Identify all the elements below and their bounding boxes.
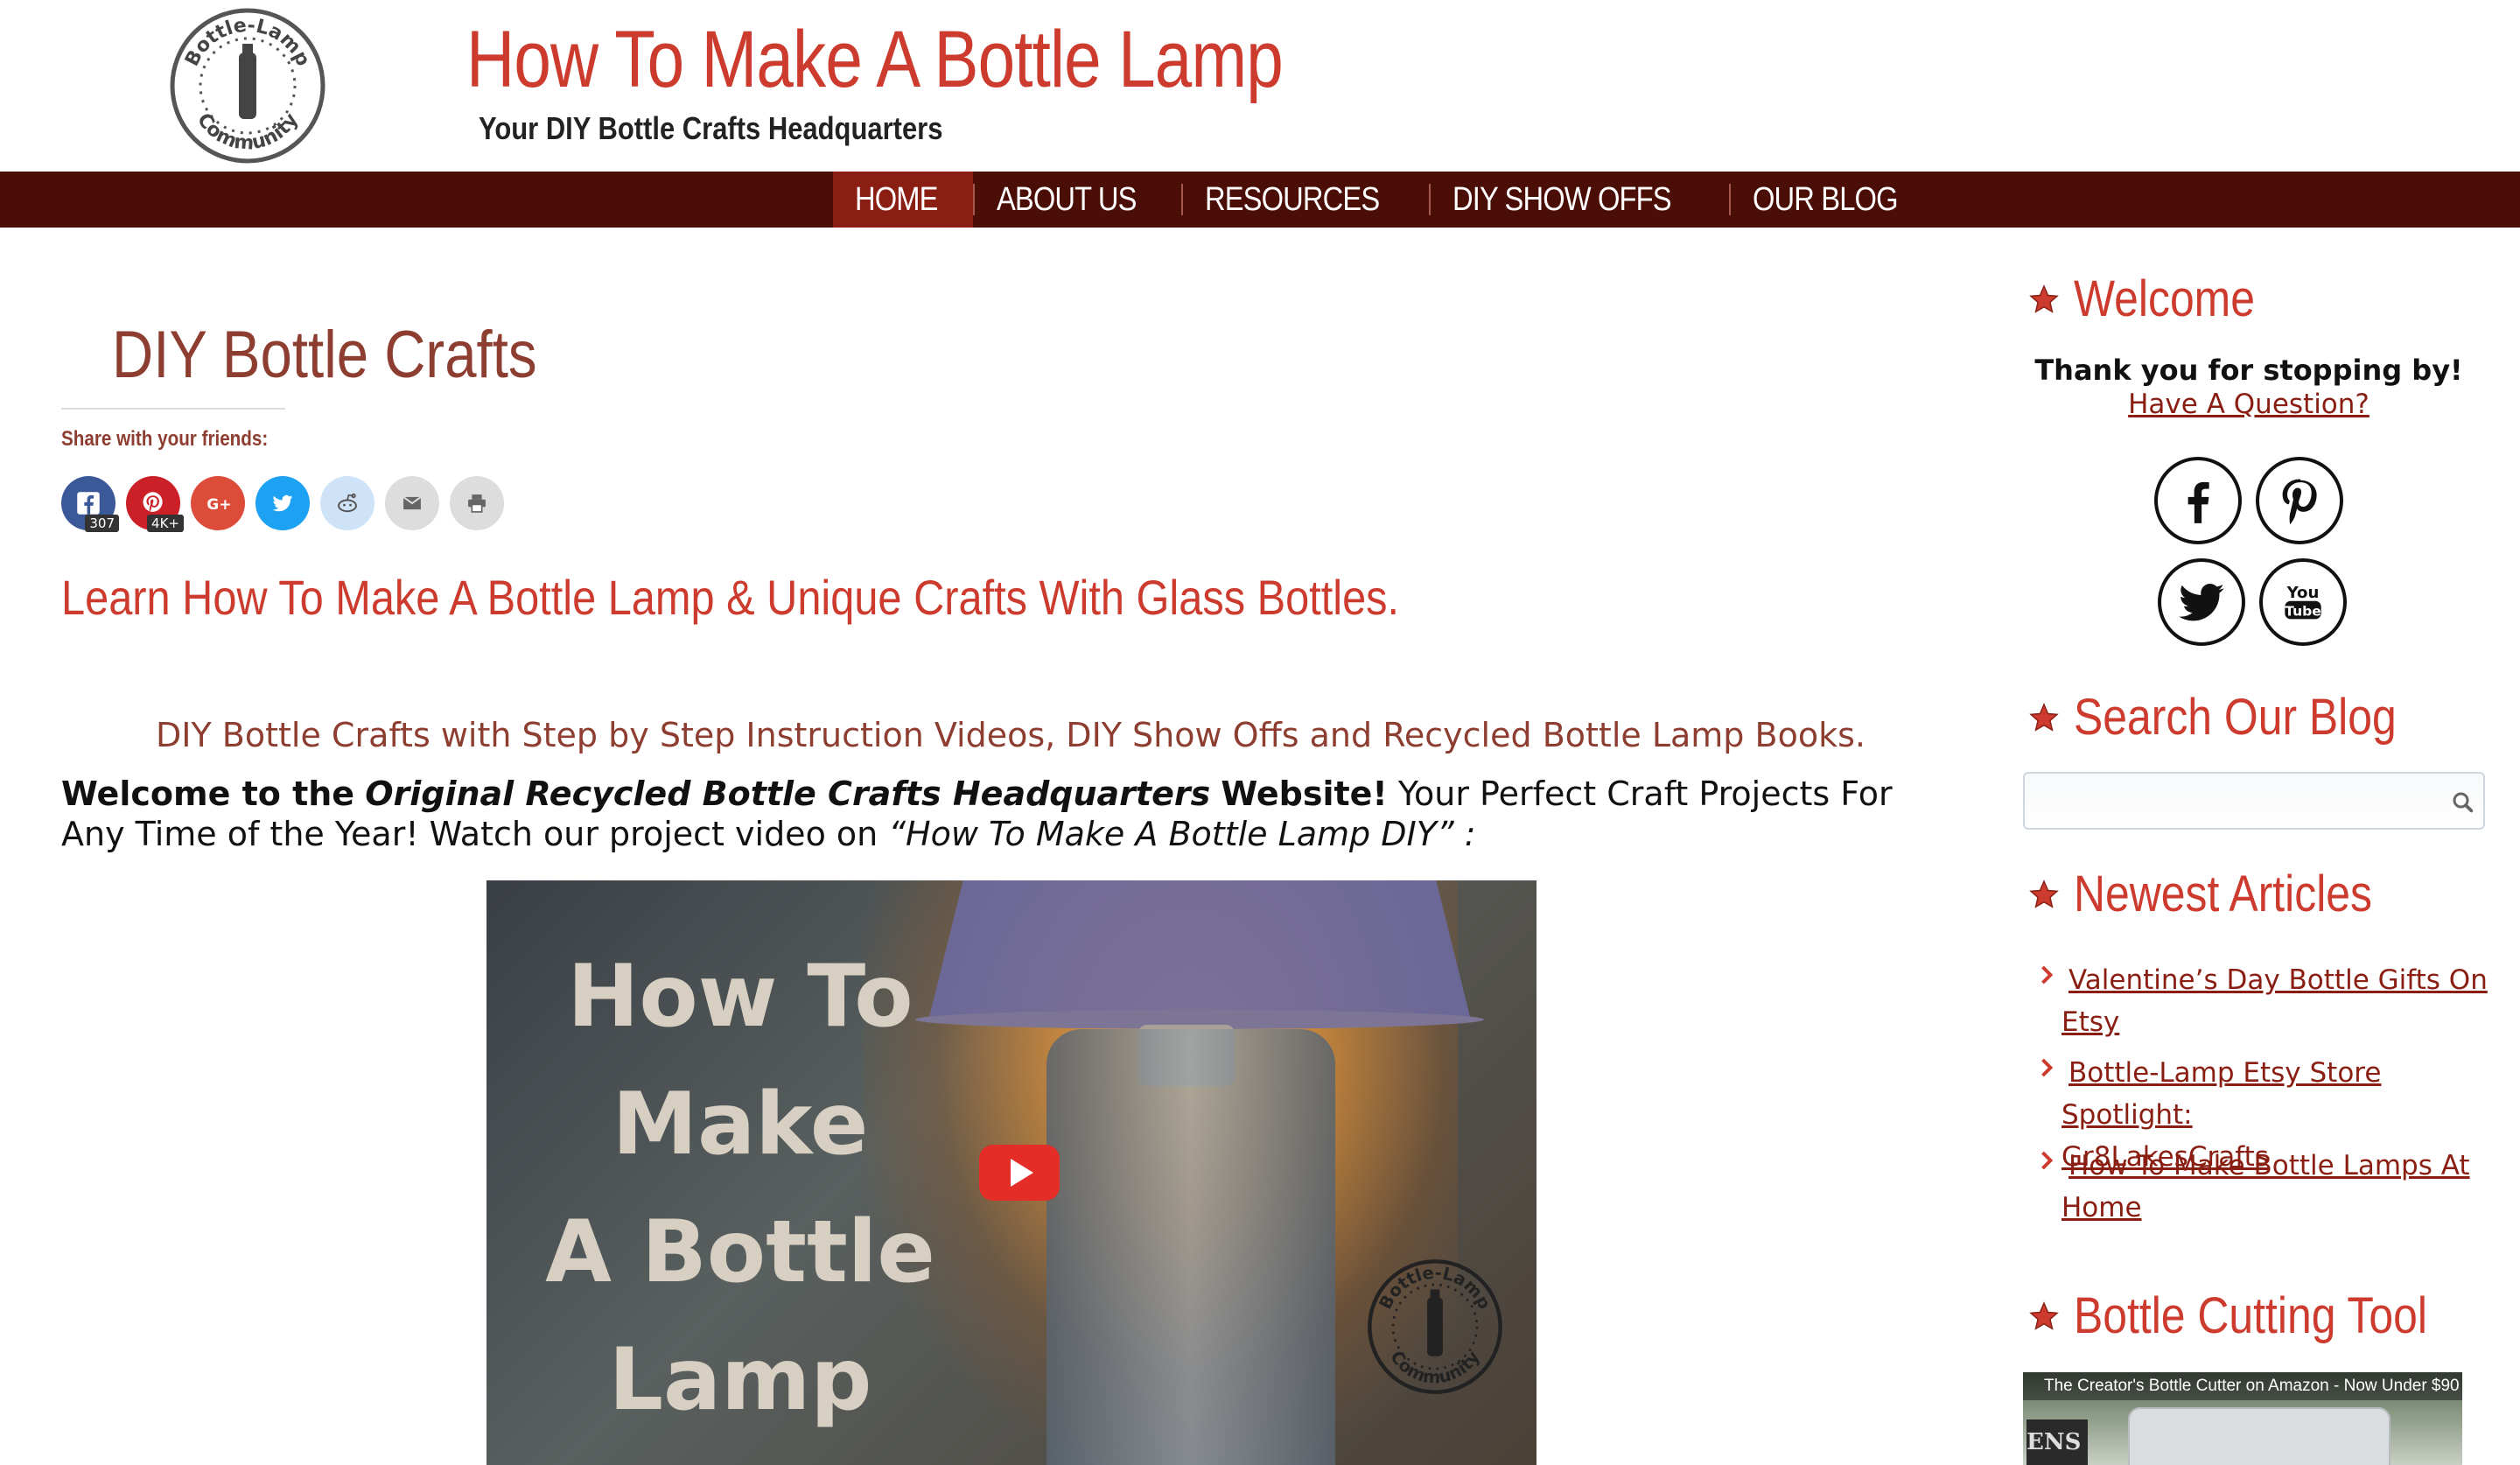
widget-title-search: Search Our Blog [2028,688,2449,747]
welcome-site-name: Original Recycled Bottle Crafts Headquar… [365,775,1211,813]
nav-item-our-blog[interactable]: OUR BLOG [1731,172,1943,228]
product-plate [2128,1407,2390,1465]
star-icon [2029,702,2059,732]
widget-title-text: Bottle Cutting Tool [2074,1287,2427,1344]
video-thumbnail-bottle [1046,1029,1335,1465]
nav-label: HOME [855,180,938,218]
nav-label: RESOURCES [1204,180,1380,218]
search-input[interactable] [2023,772,2485,830]
svg-text:You: You [2286,584,2320,602]
share-facebook-button[interactable]: 307 [61,476,119,532]
share-email-button[interactable] [385,476,439,530]
video-watermark-logo: Bottle-Lamp Community [1368,1259,1502,1394]
video-title: How To Make A Bottle Lamp [522,933,959,1444]
nav-label: OUR BLOG [1752,180,1899,218]
video-thumbnail-lampshade [928,880,1471,1020]
social-twitter-button[interactable] [2158,558,2245,646]
email-icon [402,496,422,510]
intro-heading: Learn How To Make A Bottle Lamp & Unique… [61,570,1400,625]
welcome-bold-start: Welcome to the [61,775,355,813]
bottle-cutter-product-image[interactable]: ENS The Creator's Bottle Cutter on Amazo… [2023,1372,2462,1465]
article-link[interactable]: Valentine’s Day Bottle Gifts On [2062,964,2488,996]
reddit-icon [338,493,357,513]
pinterest-icon [2282,479,2317,524]
chevron-right-icon [2041,1058,2054,1077]
pinterest-icon [143,492,163,512]
article-item[interactable]: How To Make Bottle Lamps At Home [2041,1145,2490,1229]
nav-item-diy-show-offs[interactable]: DIY SHOW OFFS [1431,172,1728,228]
youtube-icon: You Tube [2285,584,2321,620]
share-google-plus-button[interactable]: G+ [191,476,245,530]
nav-item-about-us[interactable]: ABOUT US [975,172,1181,228]
video-title-line: A Bottle [545,1202,935,1302]
svg-text:G+: G+ [206,496,231,514]
sub-heading: DIY Bottle Crafts with Step by Step Inst… [156,716,1866,754]
facebook-icon [77,492,100,515]
print-icon [468,494,486,513]
article-link[interactable]: How To Make Bottle Lamps At [2062,1150,2470,1181]
video-title-line: Make [612,1075,869,1174]
facebook-icon [2188,481,2209,523]
search-icon[interactable] [2450,789,2476,816]
title-divider [61,408,285,410]
share-label: Share with your friends: [61,427,269,451]
share-print-button[interactable] [450,476,504,530]
article-link[interactable]: Bottle-Lamp Etsy Store Spotlight: [2062,1057,2381,1131]
share-count: 4K+ [147,515,184,532]
social-facebook-button[interactable] [2154,457,2242,544]
welcome-thanks: Thank you for stopping by! [2034,354,2463,387]
welcome-paragraph: Welcome to the Original Recycled Bottle … [61,774,1960,854]
welcome-bold-end: Website! [1221,775,1388,813]
site-tagline: Your DIY Bottle Crafts Headquarters [479,110,943,146]
share-pinterest-button[interactable]: 4K+ [126,476,184,532]
social-pinterest-button[interactable] [2256,457,2343,544]
product-brand-label: ENS [2026,1419,2088,1465]
google-plus-icon: G+ [206,496,231,514]
share-count: 307 [85,515,119,532]
social-youtube-button[interactable]: You Tube [2259,558,2347,646]
main-navigation: HOME ABOUT US RESOURCES DIY SHOW OFFS OU… [0,172,2520,228]
twitter-icon [2179,584,2224,621]
share-twitter-button[interactable] [256,476,310,530]
widget-title-newest-articles: Newest Articles [2028,865,2420,923]
share-buttons: 307 4K+ G+ [61,476,504,532]
play-icon [1011,1159,1033,1187]
nav-item-resources[interactable]: RESOURCES [1183,172,1430,228]
have-a-question-link[interactable]: Have A Question? [2021,389,2476,420]
site-title[interactable]: How To Make A Bottle Lamp [466,14,1284,106]
widget-title-text: Search Our Blog [2074,689,2397,746]
widget-title-text: Welcome [2074,270,2255,327]
welcome-video-name: “How To Make A Bottle Lamp DIY” : [888,815,1476,853]
widget-title-bottle-cutting-tool: Bottle Cutting Tool [2028,1286,2485,1345]
widget-title-welcome: Welcome [2028,270,2285,328]
product-caption: The Creator's Bottle Cutter on Amazon - … [2023,1372,2462,1400]
article-link[interactable]: Etsy [2062,1006,2119,1038]
play-button[interactable] [979,1145,1060,1201]
nav-item-home[interactable]: HOME [833,172,973,228]
video-title-line: How To [567,947,914,1047]
star-icon [2029,284,2059,313]
nav-label: DIY SHOW OFFS [1452,180,1672,218]
chevron-right-icon [2041,1151,2054,1170]
star-icon [2029,879,2059,908]
svg-text:Tube: Tube [2285,604,2321,620]
video-player[interactable]: How To Make A Bottle Lamp Bottle-Lamp Co… [486,880,1536,1465]
nav-menu: HOME ABOUT US RESOURCES DIY SHOW OFFS OU… [833,172,1942,228]
share-reddit-button[interactable] [320,476,374,530]
nav-label: ABOUT US [997,180,1137,218]
star-icon [2029,1300,2059,1330]
chevron-right-icon [2041,965,2054,985]
site-logo[interactable]: Bottle-Lamp Community [169,7,326,165]
twitter-icon [272,494,293,512]
article-link[interactable]: Home [2062,1192,2142,1223]
page-title: DIY Bottle Crafts [112,318,537,392]
article-item[interactable]: Valentine’s Day Bottle Gifts On Etsy [2041,959,2490,1043]
video-title-line: Lamp [608,1330,872,1430]
widget-title-text: Newest Articles [2074,866,2372,922]
